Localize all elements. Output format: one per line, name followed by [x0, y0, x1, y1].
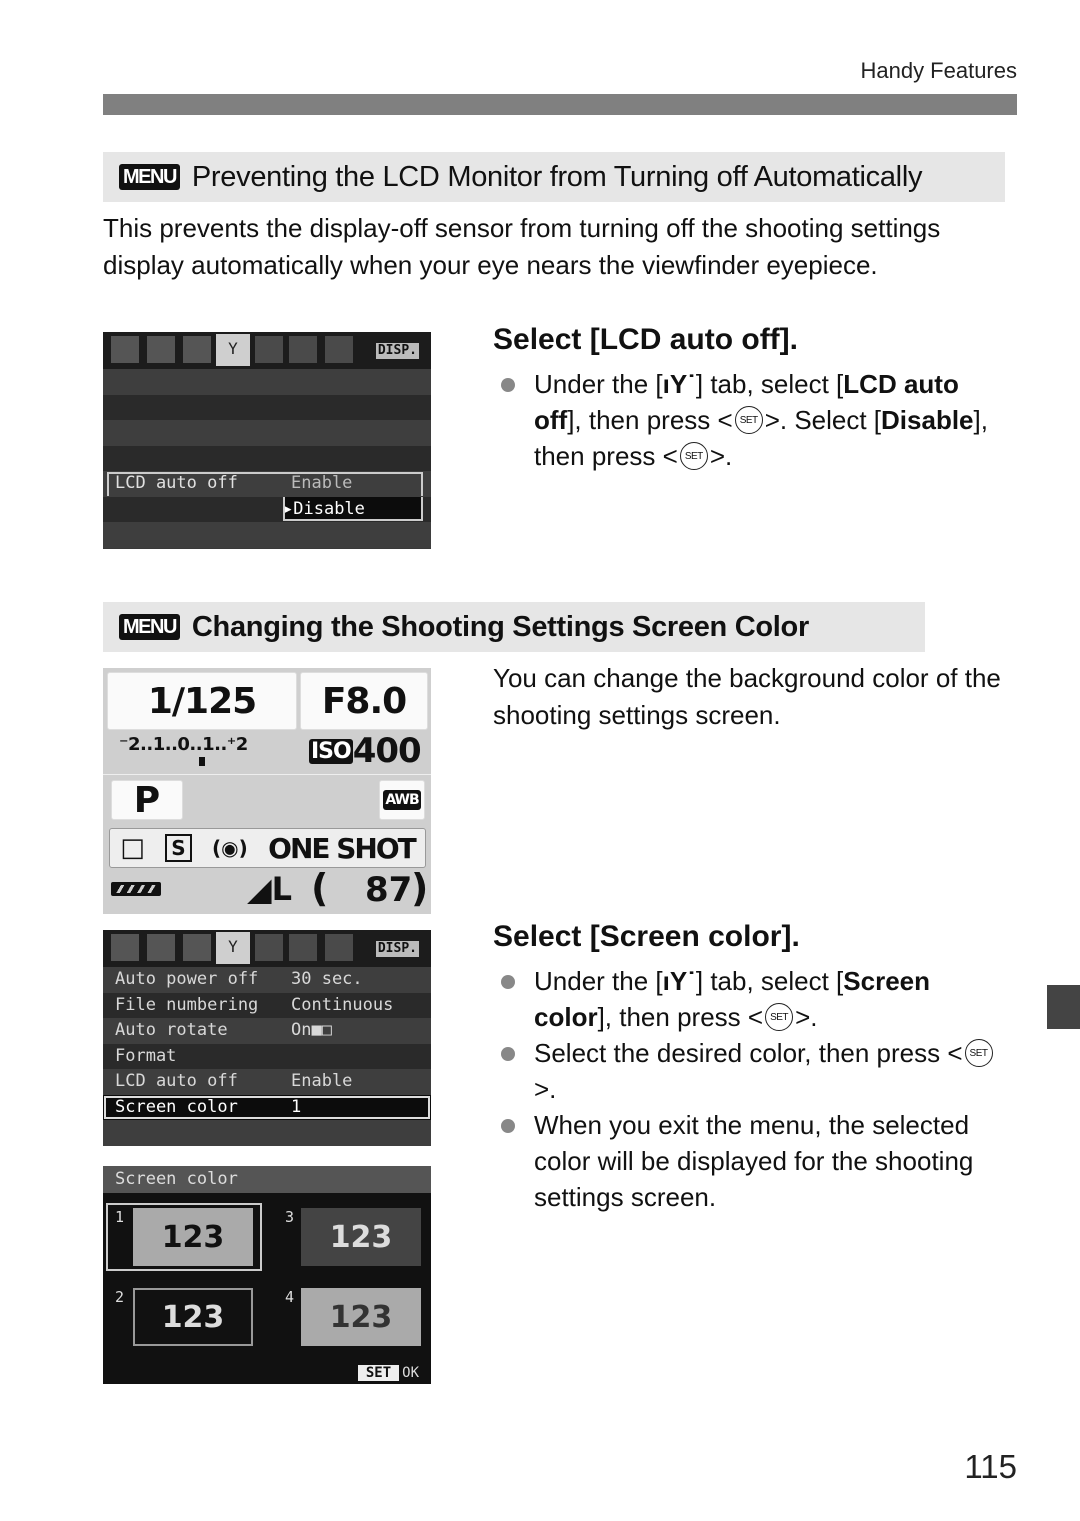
- section-header-lcd-auto-off: MENU Preventing the LCD Monitor from Tur…: [103, 152, 1005, 202]
- shooting-tab-1-icon: [111, 934, 139, 961]
- color-option-3[interactable]: 123: [301, 1208, 421, 1266]
- setup-tab-2-icon: [255, 336, 283, 363]
- menu-tab-bar: Y DISP.: [103, 930, 431, 967]
- running-head: Handy Features: [860, 58, 1017, 83]
- step-title-screen-color: Select [Screen color].: [493, 920, 800, 953]
- shots-remaining: 87: [365, 870, 413, 910]
- menu-row-file-numbering[interactable]: File numbering Continuous: [103, 992, 431, 1018]
- setup-tab-icon: ıY˙: [662, 369, 696, 399]
- setup-tab-2-icon: [255, 934, 283, 961]
- instruction-item: Under the [ıY˙] tab, select [LCD auto of…: [497, 366, 997, 474]
- iso-icon: ISO: [309, 738, 353, 764]
- menu-row-auto-rotate[interactable]: Auto rotate On■□: [103, 1018, 431, 1044]
- set-ok-hint: SET OK: [357, 1365, 419, 1381]
- set-button-icon: SET: [765, 1003, 794, 1032]
- option-number: 3: [285, 1208, 295, 1226]
- image-quality: ◢L: [247, 870, 292, 908]
- dialog-title: Screen color: [103, 1166, 431, 1193]
- color-option-2[interactable]: 123: [133, 1288, 253, 1346]
- setup-menu-list: Auto power off 30 sec. File numbering Cont…: [103, 967, 431, 1146]
- playback-tab-icon: [183, 336, 211, 363]
- menu-icon: MENU: [119, 164, 180, 190]
- shooting-mode: P: [133, 779, 161, 821]
- my-menu-tab-icon: [325, 336, 353, 363]
- bullet-icon: [501, 1119, 515, 1133]
- disp-label: DISP.: [375, 941, 419, 957]
- section-intro: You can change the background color of t…: [493, 663, 1001, 730]
- setup-menu-screen: Y DISP. Auto power off 30 sec. File numbe…: [103, 930, 431, 1146]
- my-menu-tab-icon: [325, 934, 353, 961]
- setup-tab-icon: ıY˙: [662, 966, 696, 996]
- menu-tab-bar: Y DISP.: [103, 332, 431, 369]
- disp-label: DISP.: [375, 343, 419, 359]
- set-button-icon: SET: [964, 1039, 993, 1068]
- screen-color-dialog: Screen color 1 123 3 123 2 123 4 123 SET…: [103, 1166, 431, 1384]
- bullet-icon: [501, 975, 515, 989]
- section-title: Changing the Shooting Settings Screen Co…: [191, 610, 809, 643]
- option-enable[interactable]: Enable: [291, 471, 352, 497]
- playback-tab-icon: [183, 934, 211, 961]
- shooting-tab-1-icon: [111, 336, 139, 363]
- page-number: 115: [964, 1448, 1017, 1485]
- section-header-screen-color: MENU Changing the Shooting Settings Scre…: [103, 602, 925, 652]
- menu-row-screen-color-selected[interactable]: Screen color 1: [103, 1094, 431, 1120]
- section-intro: This prevents the display-off sensor fro…: [103, 213, 941, 280]
- option-disable-selected[interactable]: ▸Disable: [283, 497, 365, 523]
- menu-row-lcd-auto-off[interactable]: LCD auto off Enable: [103, 1069, 431, 1095]
- instruction-item: Under the [ıY˙] tab, select [Screen colo…: [497, 963, 997, 1035]
- header-rule: [103, 94, 1017, 115]
- exposure-compensation-scale: ⁻2..1..0..1..⁺2: [119, 734, 248, 755]
- chapter-tab-marker: [1047, 985, 1080, 1029]
- instruction-item: When you exit the menu, the selected col…: [497, 1107, 997, 1215]
- option-number: 4: [285, 1288, 295, 1306]
- setup-tab-icon: Y: [216, 932, 250, 964]
- drive-mode-icon: □: [120, 833, 145, 863]
- step-title-lcd-auto-off: Select [LCD auto off].: [493, 323, 798, 356]
- menu-row-format[interactable]: Format: [103, 1043, 431, 1069]
- bullet-icon: [501, 378, 515, 392]
- picture-style-icon: S: [165, 834, 192, 862]
- color-option-1[interactable]: 123: [133, 1208, 253, 1266]
- instructions-screen-color: Under the [ıY˙] tab, select [Screen colo…: [497, 963, 997, 1215]
- shooting-settings-screen: 1/125 F8.0 ⁻2..1..0..1..⁺2 ISO 400 P AWB…: [103, 668, 431, 914]
- color-option-4[interactable]: 123: [301, 1288, 421, 1346]
- setup-tab-3-icon: [289, 934, 317, 961]
- lcd-auto-off-menu-screen: Y DISP. LCD auto off Enable ▸Disable: [103, 332, 431, 549]
- bullet-icon: [501, 1047, 515, 1061]
- aperture: F8.0: [321, 680, 407, 722]
- set-button-icon: SET: [734, 406, 763, 435]
- iso-value: 400: [352, 731, 422, 771]
- shooting-tab-2-icon: [147, 934, 175, 961]
- exposure-indicator: [199, 757, 205, 766]
- setup-tab-3-icon: [289, 336, 317, 363]
- section-title: Preventing the LCD Monitor from Turning …: [191, 160, 923, 193]
- menu-row-auto-power-off[interactable]: Auto power off 30 sec.: [103, 967, 431, 993]
- shooting-tab-2-icon: [147, 336, 175, 363]
- setup-tab-icon: Y: [216, 334, 250, 366]
- option-number: 1: [115, 1208, 125, 1226]
- af-mode: ONE SHOT: [268, 831, 417, 865]
- option-number: 2: [115, 1288, 125, 1306]
- white-balance-icon: AWB: [383, 790, 421, 810]
- instructions-lcd-auto-off: Under the [ıY˙] tab, select [LCD auto of…: [497, 366, 997, 474]
- set-button-icon: SET: [679, 442, 708, 471]
- menu-icon: MENU: [119, 614, 180, 640]
- menu-item-label: LCD auto off: [115, 473, 238, 493]
- metering-mode-icon: (◉): [212, 836, 248, 860]
- battery-icon: [111, 882, 161, 896]
- shutter-speed: 1/125: [147, 680, 257, 722]
- instruction-item: Select the desired color, then press < SE…: [497, 1035, 997, 1107]
